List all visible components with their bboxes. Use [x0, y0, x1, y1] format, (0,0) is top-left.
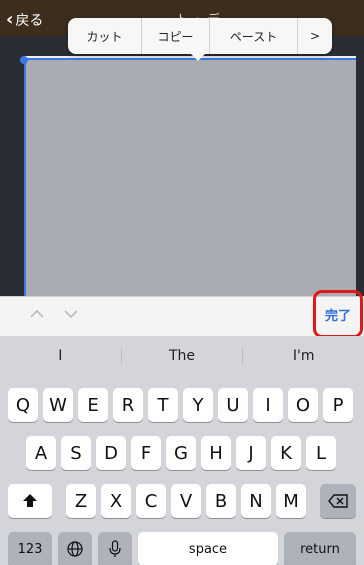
key-y[interactable]: Y: [183, 388, 213, 422]
done-label: 完了: [324, 308, 351, 324]
globe-key[interactable]: [58, 532, 92, 565]
back-button[interactable]: ‹ 戻る: [6, 10, 43, 30]
selection-edge: [24, 58, 26, 296]
back-label: 戻る: [15, 13, 44, 29]
document-page[interactable]: [24, 56, 356, 296]
prediction-item[interactable]: I: [0, 348, 121, 364]
keyboard-accessory-bar: [0, 296, 364, 336]
key-d[interactable]: D: [96, 436, 126, 470]
backspace-icon: [328, 494, 348, 508]
microphone-icon: [109, 540, 121, 557]
key-z[interactable]: Z: [66, 484, 96, 518]
chevron-down-icon[interactable]: [64, 307, 78, 321]
shift-key[interactable]: [8, 484, 52, 518]
key-l[interactable]: L: [306, 436, 336, 470]
key-r[interactable]: R: [113, 388, 143, 422]
key-f[interactable]: F: [131, 436, 161, 470]
key-e[interactable]: E: [78, 388, 108, 422]
key-k[interactable]: K: [271, 436, 301, 470]
key-n[interactable]: N: [241, 484, 271, 518]
key-a[interactable]: A: [26, 436, 56, 470]
key-m[interactable]: M: [276, 484, 306, 518]
chevron-left-icon: ‹: [6, 9, 14, 30]
key-g[interactable]: G: [166, 436, 196, 470]
key-c[interactable]: C: [136, 484, 166, 518]
return-key[interactable]: return: [284, 532, 356, 565]
cut-menu-item[interactable]: カット: [68, 18, 142, 54]
edit-menu-pointer: [190, 53, 206, 61]
selection-handle[interactable]: [20, 56, 28, 64]
key-h[interactable]: H: [201, 436, 231, 470]
key-s[interactable]: S: [61, 436, 91, 470]
delete-key[interactable]: [320, 484, 356, 518]
key-j[interactable]: J: [236, 436, 266, 470]
edit-menu: カット コピー ペースト >: [68, 18, 332, 54]
key-w[interactable]: W: [43, 388, 73, 422]
globe-icon: [67, 541, 83, 557]
key-t[interactable]: T: [148, 388, 178, 422]
shift-icon: [23, 494, 37, 507]
done-button[interactable]: 完了: [313, 290, 363, 338]
key-v[interactable]: V: [171, 484, 201, 518]
key-q[interactable]: Q: [8, 388, 38, 422]
more-menu-item[interactable]: >: [298, 18, 332, 54]
key-x[interactable]: X: [101, 484, 131, 518]
numbers-key[interactable]: 123: [8, 532, 52, 565]
key-u[interactable]: U: [218, 388, 248, 422]
copy-menu-item[interactable]: コピー: [142, 18, 210, 54]
space-key[interactable]: space: [138, 532, 278, 565]
key-i[interactable]: I: [253, 388, 283, 422]
dictation-key[interactable]: [98, 532, 132, 565]
keyboard: I The I'm Q W E R T Y U I O P A S D F G …: [0, 336, 364, 565]
prediction-item[interactable]: The: [120, 348, 243, 364]
key-o[interactable]: O: [288, 388, 318, 422]
chevron-up-icon[interactable]: [30, 307, 44, 321]
prediction-item[interactable]: I'm: [242, 348, 364, 364]
paste-menu-item[interactable]: ペースト: [210, 18, 298, 54]
prediction-bar: I The I'm: [0, 336, 364, 376]
key-p[interactable]: P: [323, 388, 353, 422]
key-b[interactable]: B: [206, 484, 236, 518]
